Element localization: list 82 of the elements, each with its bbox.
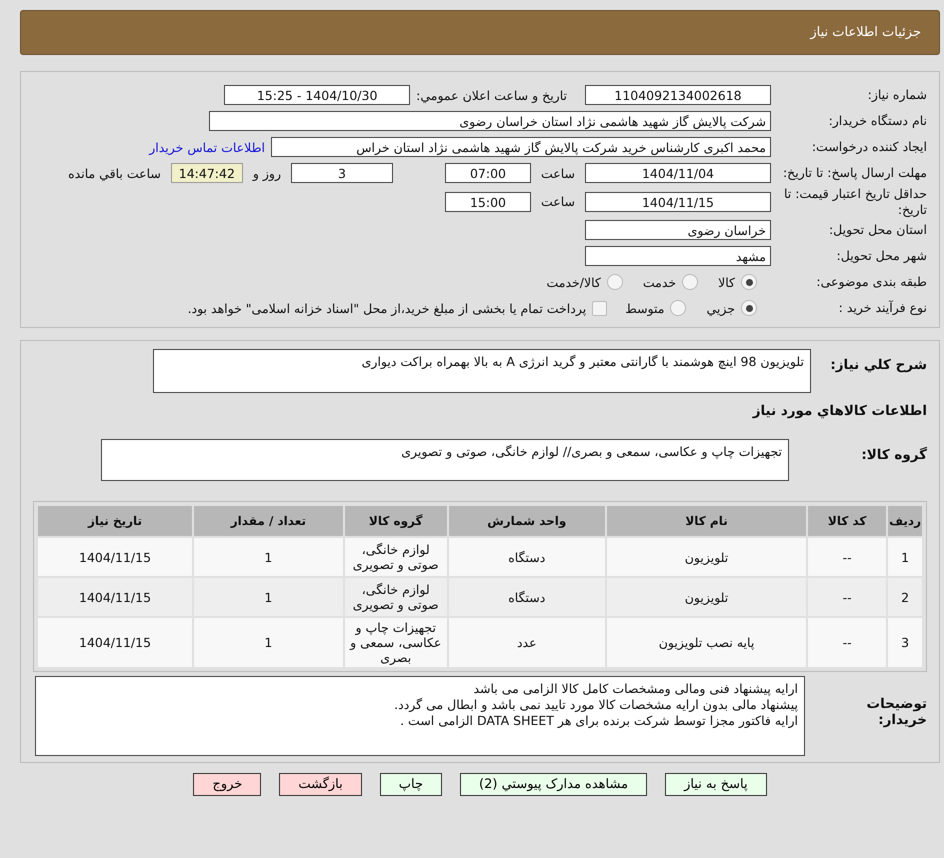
field-label: شرح کلي نیاز:	[829, 356, 927, 374]
table-cell: دستگاه	[448, 578, 605, 616]
days-field: 3	[290, 163, 393, 183]
field-label: مهلت ارسال پاسخ: تا تاریخ:	[782, 165, 927, 181]
column-header: نام کالا	[606, 506, 806, 536]
remaining-time-field: 14:47:42	[170, 163, 243, 183]
city-field: مشهد	[585, 246, 771, 266]
radio-label: کالا	[718, 274, 735, 290]
column-header: تاریخ نیاز	[38, 506, 192, 536]
radio-label: جزيي	[706, 300, 735, 316]
field-label: روز و	[252, 166, 281, 180]
field-label: گروه کالا:	[860, 446, 927, 464]
checkbox-label: پرداخت تمام یا بخشی از مبلغ خرید،از محل "اسناد خزانه اسلامی" خواهد بود.	[188, 300, 586, 316]
table-cell: 3	[888, 618, 922, 668]
field-label: نوع فرآیند خرید :	[838, 300, 927, 316]
column-header: گروه کالا	[344, 506, 447, 536]
table-cell: دستگاه	[448, 538, 605, 576]
field-label: استان محل تحویل:	[828, 222, 927, 238]
field-label: ساعت باقي مانده	[68, 166, 161, 180]
validity-time-field: 15:00	[444, 192, 531, 212]
action-button[interactable]: پاسخ به نیاز	[665, 773, 767, 796]
radio-label: متوسط	[625, 300, 664, 316]
deadline-time-field: 07:00	[444, 163, 531, 183]
column-header: کد کالا	[808, 506, 886, 536]
field-label: ایجاد کننده درخواست:	[810, 139, 927, 155]
section-heading: اطلاعات کالاهاي مورد نیاز	[751, 403, 927, 420]
action-button[interactable]: مشاهده مدارک پیوستي (2)	[460, 773, 648, 796]
buyer-contact-link[interactable]: اطلاعات تماس خریدار	[149, 140, 265, 154]
table-cell: 1	[194, 618, 343, 668]
table-cell: تلویزیون	[606, 578, 806, 616]
table-cell: 1	[194, 578, 343, 616]
column-header: ردیف	[888, 506, 922, 536]
field-label: ساعت	[540, 166, 575, 180]
goods-group-field: تجهیزات چاپ و عکاسی، سمعی و بصری// لوازم خانگی، صوتی و تصویری	[101, 439, 789, 482]
table-cell: لوازم خانگی، صوتی و تصویری	[344, 538, 447, 576]
table-cell: 1404/11/15	[38, 618, 192, 668]
table-cell: تلویزیون	[606, 538, 806, 576]
radio-button[interactable]	[670, 300, 686, 316]
radio-button[interactable]	[682, 274, 698, 290]
table-cell: --	[808, 538, 886, 576]
checkbox[interactable]	[592, 300, 608, 316]
field-label: شهر محل تحویل:	[836, 248, 927, 264]
table-cell: تجهیزات چاپ و عکاسی، سمعی و بصری	[344, 618, 447, 668]
field-label: توضیحات خریدار:	[866, 695, 927, 728]
note-line: ارایه پیشنهاد فنی ومالی ومشخصات کامل کالا الزامی می باشد	[472, 681, 798, 697]
radio-button[interactable]	[606, 274, 623, 290]
need-number-field: 1104092134002618	[585, 85, 771, 105]
radio-label: خدمت	[642, 274, 676, 290]
table-cell: 1	[888, 538, 922, 576]
deadline-date-field: 1404/11/04	[585, 163, 771, 183]
radio-button[interactable]	[741, 300, 757, 316]
table-cell: 1404/11/15	[38, 538, 192, 576]
table-cell: 2	[888, 578, 922, 616]
action-button[interactable]: بازگشت	[279, 773, 362, 796]
field-label: حداقل تاریخ اعتبار قیمت: تا تاریخ:	[782, 186, 927, 218]
action-button[interactable]: چاپ	[380, 773, 442, 796]
table-cell: 1404/11/15	[38, 578, 192, 616]
table-cell: --	[808, 578, 886, 616]
column-header: واحد شمارش	[448, 506, 605, 536]
buyer-field: شرکت پالایش گاز شهید هاشمی نژاد استان خراسان رضوی	[209, 111, 771, 131]
page-title: جزئیات اطلاعات نیاز	[810, 25, 921, 40]
description-field: تلویزیون 98 اینچ هوشمند با گارانتی معتبر و گرید انرژی A به بالا بهمراه براکت دیواری	[153, 349, 811, 394]
table-cell: 1	[194, 538, 343, 576]
table-cell: عدد	[448, 618, 605, 668]
column-header: تعداد / مقدار	[194, 506, 343, 536]
creator-field: محمد اکبری کارشناس خرید شرکت پالایش گاز شهید هاشمی نژاد استان خراس	[271, 137, 771, 157]
field-label: تاریخ و ساعت اعلان عمومي:	[416, 88, 567, 102]
radio-button[interactable]	[741, 274, 757, 290]
table-cell: --	[808, 618, 886, 668]
province-field: خراسان رضوی	[585, 220, 771, 240]
table-cell: پایه نصب تلویزیون	[606, 618, 806, 668]
note-line: ارایه فاکتور مجزا توسط شرکت برنده برای هر DATA SHEET الزامی است .	[399, 712, 798, 728]
announce-date-field: 1404/10/30 - 15:25	[224, 85, 410, 105]
radio-label: کالا/خدمت	[546, 274, 601, 290]
validity-date-field: 1404/11/15	[585, 192, 771, 212]
table-cell: لوازم خانگی، صوتی و تصویری	[344, 578, 447, 616]
field-label: طبقه بندی موضوعی:	[815, 274, 927, 290]
action-button[interactable]: خروج	[193, 773, 262, 796]
field-label: ساعت	[540, 194, 575, 210]
note-line: پیشنهاد مالی بدون ارایه مشخصات کالا مورد تایید نمی باشد و ابطال می گردد.	[393, 696, 798, 712]
field-label: نام دستگاه خریدار:	[828, 113, 927, 129]
field-label: شماره نیاز:	[866, 87, 927, 103]
